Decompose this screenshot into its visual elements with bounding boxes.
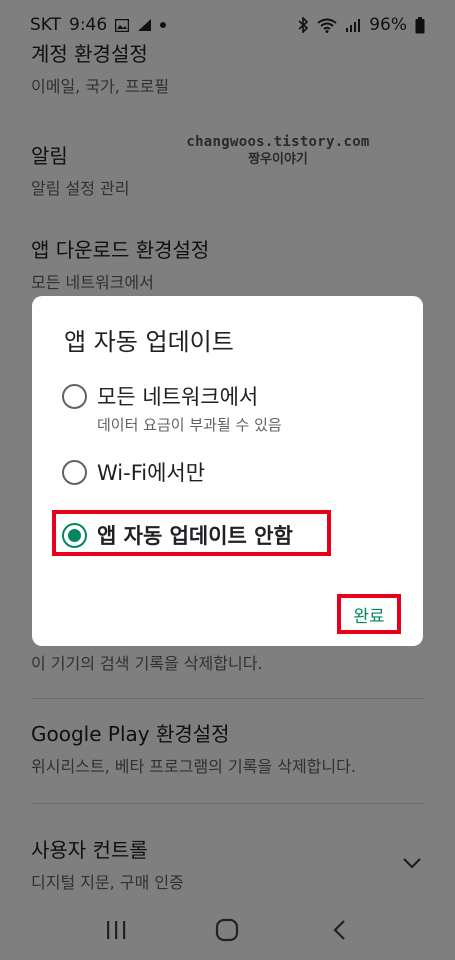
radio-button[interactable] <box>62 460 87 485</box>
option-sublabel: 데이터 요금이 부과될 수 있음 <box>97 416 282 434</box>
dialog-title: 앱 자동 업데이트 <box>64 328 234 356</box>
done-button[interactable]: 완료 <box>337 594 401 634</box>
option-label: Wi-Fi에서만 <box>97 461 206 485</box>
radio-button-checked[interactable] <box>62 523 87 548</box>
option-label: 모든 네트워크에서 <box>97 385 259 409</box>
option-any-network[interactable]: 모든 네트워크에서 데이터 요금이 부과될 수 있음 <box>62 384 282 435</box>
auto-update-dialog: 앱 자동 업데이트 모든 네트워크에서 데이터 요금이 부과될 수 있음 Wi-… <box>32 296 423 646</box>
option-label: 앱 자동 업데이트 안함 <box>97 524 293 548</box>
radio-button[interactable] <box>62 384 87 409</box>
option-wifi-only[interactable]: Wi-Fi에서만 <box>62 460 205 486</box>
option-dont-auto-update[interactable]: 앱 자동 업데이트 안함 <box>62 523 293 549</box>
